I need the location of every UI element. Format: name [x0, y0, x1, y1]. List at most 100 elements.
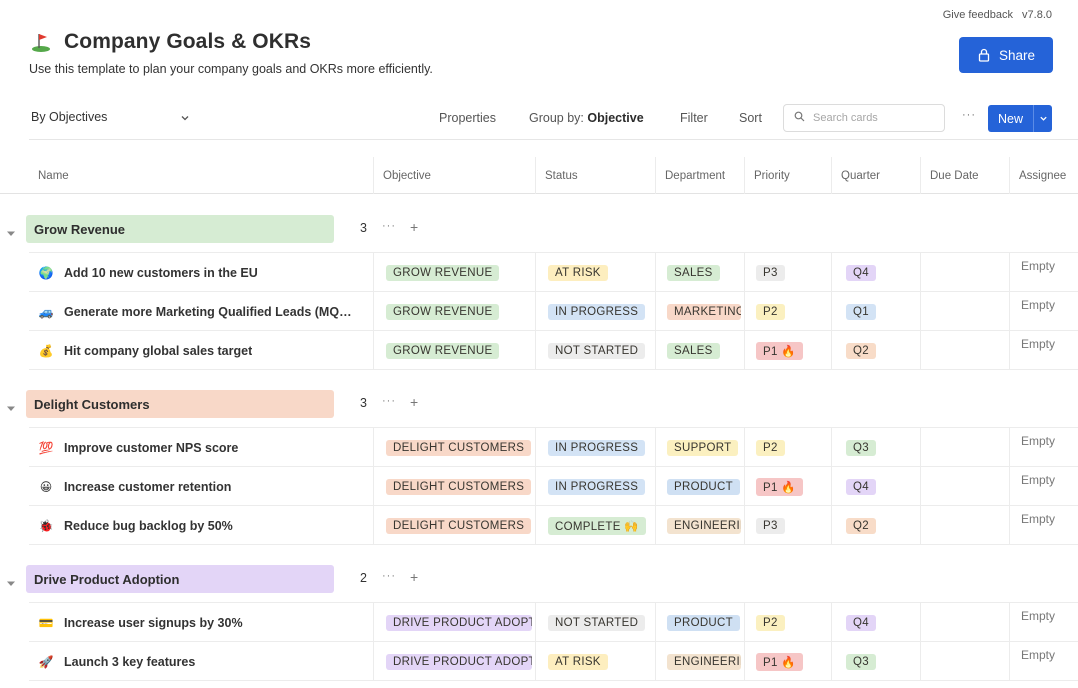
card-name-cell[interactable]: 🌍 Add 10 new customers in the EU — [29, 253, 373, 292]
due-date-cell[interactable] — [920, 292, 1009, 331]
column-header-quarter[interactable]: Quarter — [831, 157, 920, 194]
group-label[interactable]: Grow Revenue — [26, 215, 334, 243]
department-cell[interactable]: PRODUCT — [655, 467, 744, 506]
assignee-cell[interactable]: Empty — [1009, 428, 1078, 467]
card-name-cell[interactable]: 🚙 Generate more Marketing Qualified Leads… — [29, 292, 373, 331]
group-label[interactable]: Delight Customers — [26, 390, 334, 418]
priority-cell[interactable]: P1 🔥 — [744, 331, 831, 370]
caret-down-icon[interactable] — [6, 225, 16, 236]
group-more-button[interactable]: ··· — [382, 570, 396, 582]
due-date-cell[interactable] — [920, 428, 1009, 467]
search-box[interactable] — [783, 104, 945, 132]
filter-button[interactable]: Filter — [680, 111, 708, 125]
quarter-cell[interactable]: Q3 — [831, 428, 920, 467]
table-row[interactable]: 💰 Hit company global sales target GROW REV… — [29, 330, 1078, 370]
objective-cell[interactable]: GROW REVENUE — [373, 331, 535, 370]
group-more-button[interactable]: ··· — [382, 395, 396, 407]
assignee-cell[interactable]: Empty — [1009, 253, 1078, 292]
objective-cell[interactable]: GROW REVENUE — [373, 292, 535, 331]
quarter-cell[interactable]: Q2 — [831, 331, 920, 370]
column-header-priority[interactable]: Priority — [744, 157, 831, 194]
table-row[interactable]: 🌍 Add 10 new customers in the EU GROW REVE… — [29, 252, 1078, 292]
assignee-cell[interactable]: Empty — [1009, 331, 1078, 370]
group-by-button[interactable]: Group by: Objective — [529, 111, 644, 125]
status-cell[interactable]: COMPLETE 🙌 — [535, 506, 655, 545]
card-name-cell[interactable]: 🚀 Launch 3 key features — [29, 642, 373, 681]
status-cell[interactable]: IN PROGRESS — [535, 292, 655, 331]
quarter-cell[interactable]: Q4 — [831, 603, 920, 642]
column-header-status[interactable]: Status — [535, 157, 655, 194]
share-button[interactable]: Share — [959, 37, 1053, 73]
properties-button[interactable]: Properties — [439, 111, 496, 125]
department-cell[interactable]: PRODUCT — [655, 603, 744, 642]
status-cell[interactable]: NOT STARTED — [535, 603, 655, 642]
due-date-cell[interactable] — [920, 506, 1009, 545]
sort-button[interactable]: Sort — [739, 111, 762, 125]
table-row[interactable]: 🚀 Launch 3 key features DRIVE PRODUCT ADOP… — [29, 641, 1078, 681]
quarter-cell[interactable]: Q4 — [831, 253, 920, 292]
objective-cell[interactable]: DELIGHT CUSTOMERS — [373, 428, 535, 467]
assignee-cell[interactable]: Empty — [1009, 506, 1078, 545]
status-cell[interactable]: AT RISK — [535, 642, 655, 681]
priority-cell[interactable]: P3 — [744, 506, 831, 545]
card-name-cell[interactable]: 🐞 Reduce bug backlog by 50% — [29, 506, 373, 545]
group-more-button[interactable]: ··· — [382, 220, 396, 232]
card-name-cell[interactable]: 💯 Improve customer NPS score — [29, 428, 373, 467]
department-cell[interactable]: SUPPORT — [655, 428, 744, 467]
quarter-cell[interactable]: Q1 — [831, 292, 920, 331]
card-name-cell[interactable]: 💳 Increase user signups by 30% — [29, 603, 373, 642]
search-input[interactable] — [813, 112, 933, 124]
priority-cell[interactable]: P2 — [744, 428, 831, 467]
department-cell[interactable]: MARKETING — [655, 292, 744, 331]
objective-cell[interactable]: DRIVE PRODUCT ADOPTION — [373, 642, 535, 681]
status-cell[interactable]: IN PROGRESS — [535, 428, 655, 467]
assignee-cell[interactable]: Empty — [1009, 603, 1078, 642]
new-button[interactable]: New — [988, 105, 1033, 132]
quarter-cell[interactable]: Q4 — [831, 467, 920, 506]
objective-cell[interactable]: DELIGHT CUSTOMERS — [373, 506, 535, 545]
priority-cell[interactable]: P2 — [744, 603, 831, 642]
department-cell[interactable]: ENGINEERING — [655, 642, 744, 681]
status-cell[interactable]: IN PROGRESS — [535, 467, 655, 506]
department-cell[interactable]: ENGINEERING — [655, 506, 744, 545]
new-dropdown-button[interactable] — [1033, 105, 1052, 132]
caret-down-icon[interactable] — [6, 400, 16, 411]
due-date-cell[interactable] — [920, 331, 1009, 370]
column-header-assignee[interactable]: Assignee — [1009, 157, 1078, 194]
assignee-cell[interactable]: Empty — [1009, 642, 1078, 681]
table-row[interactable]: 🐞 Reduce bug backlog by 50% DELIGHT CUSTOM… — [29, 505, 1078, 545]
status-cell[interactable]: NOT STARTED — [535, 331, 655, 370]
priority-cell[interactable]: P1 🔥 — [744, 467, 831, 506]
department-cell[interactable]: SALES — [655, 253, 744, 292]
priority-cell[interactable]: P1 🔥 — [744, 642, 831, 681]
objective-cell[interactable]: DRIVE PRODUCT ADOPTION — [373, 603, 535, 642]
table-row[interactable]: 😀 Increase customer retention DELIGHT CUST… — [29, 466, 1078, 506]
assignee-cell[interactable]: Empty — [1009, 292, 1078, 331]
add-card-icon[interactable]: + — [410, 569, 418, 585]
due-date-cell[interactable] — [920, 642, 1009, 681]
chevron-down-icon[interactable] — [180, 110, 190, 121]
give-feedback-link[interactable]: Give feedback — [943, 9, 1013, 21]
column-header-name[interactable]: Name — [29, 157, 373, 194]
priority-cell[interactable]: P2 — [744, 292, 831, 331]
department-cell[interactable]: SALES — [655, 331, 744, 370]
column-header-objective[interactable]: Objective — [373, 157, 535, 194]
objective-cell[interactable]: GROW REVENUE — [373, 253, 535, 292]
assignee-cell[interactable]: Empty — [1009, 467, 1078, 506]
quarter-cell[interactable]: Q2 — [831, 506, 920, 545]
due-date-cell[interactable] — [920, 253, 1009, 292]
card-name-cell[interactable]: 💰 Hit company global sales target — [29, 331, 373, 370]
due-date-cell[interactable] — [920, 603, 1009, 642]
objective-cell[interactable]: DELIGHT CUSTOMERS — [373, 467, 535, 506]
priority-cell[interactable]: P3 — [744, 253, 831, 292]
group-label[interactable]: Drive Product Adoption — [26, 565, 334, 593]
status-cell[interactable]: AT RISK — [535, 253, 655, 292]
card-name-cell[interactable]: 😀 Increase customer retention — [29, 467, 373, 506]
table-row[interactable]: 🚙 Generate more Marketing Qualified Leads… — [29, 291, 1078, 331]
add-card-icon[interactable]: + — [410, 219, 418, 235]
table-row[interactable]: 💳 Increase user signups by 30% DRIVE PRODU… — [29, 602, 1078, 642]
quarter-cell[interactable]: Q3 — [831, 642, 920, 681]
more-options-button[interactable]: ··· — [962, 109, 976, 121]
add-card-icon[interactable]: + — [410, 394, 418, 410]
view-selector[interactable]: By Objectives — [31, 110, 107, 124]
